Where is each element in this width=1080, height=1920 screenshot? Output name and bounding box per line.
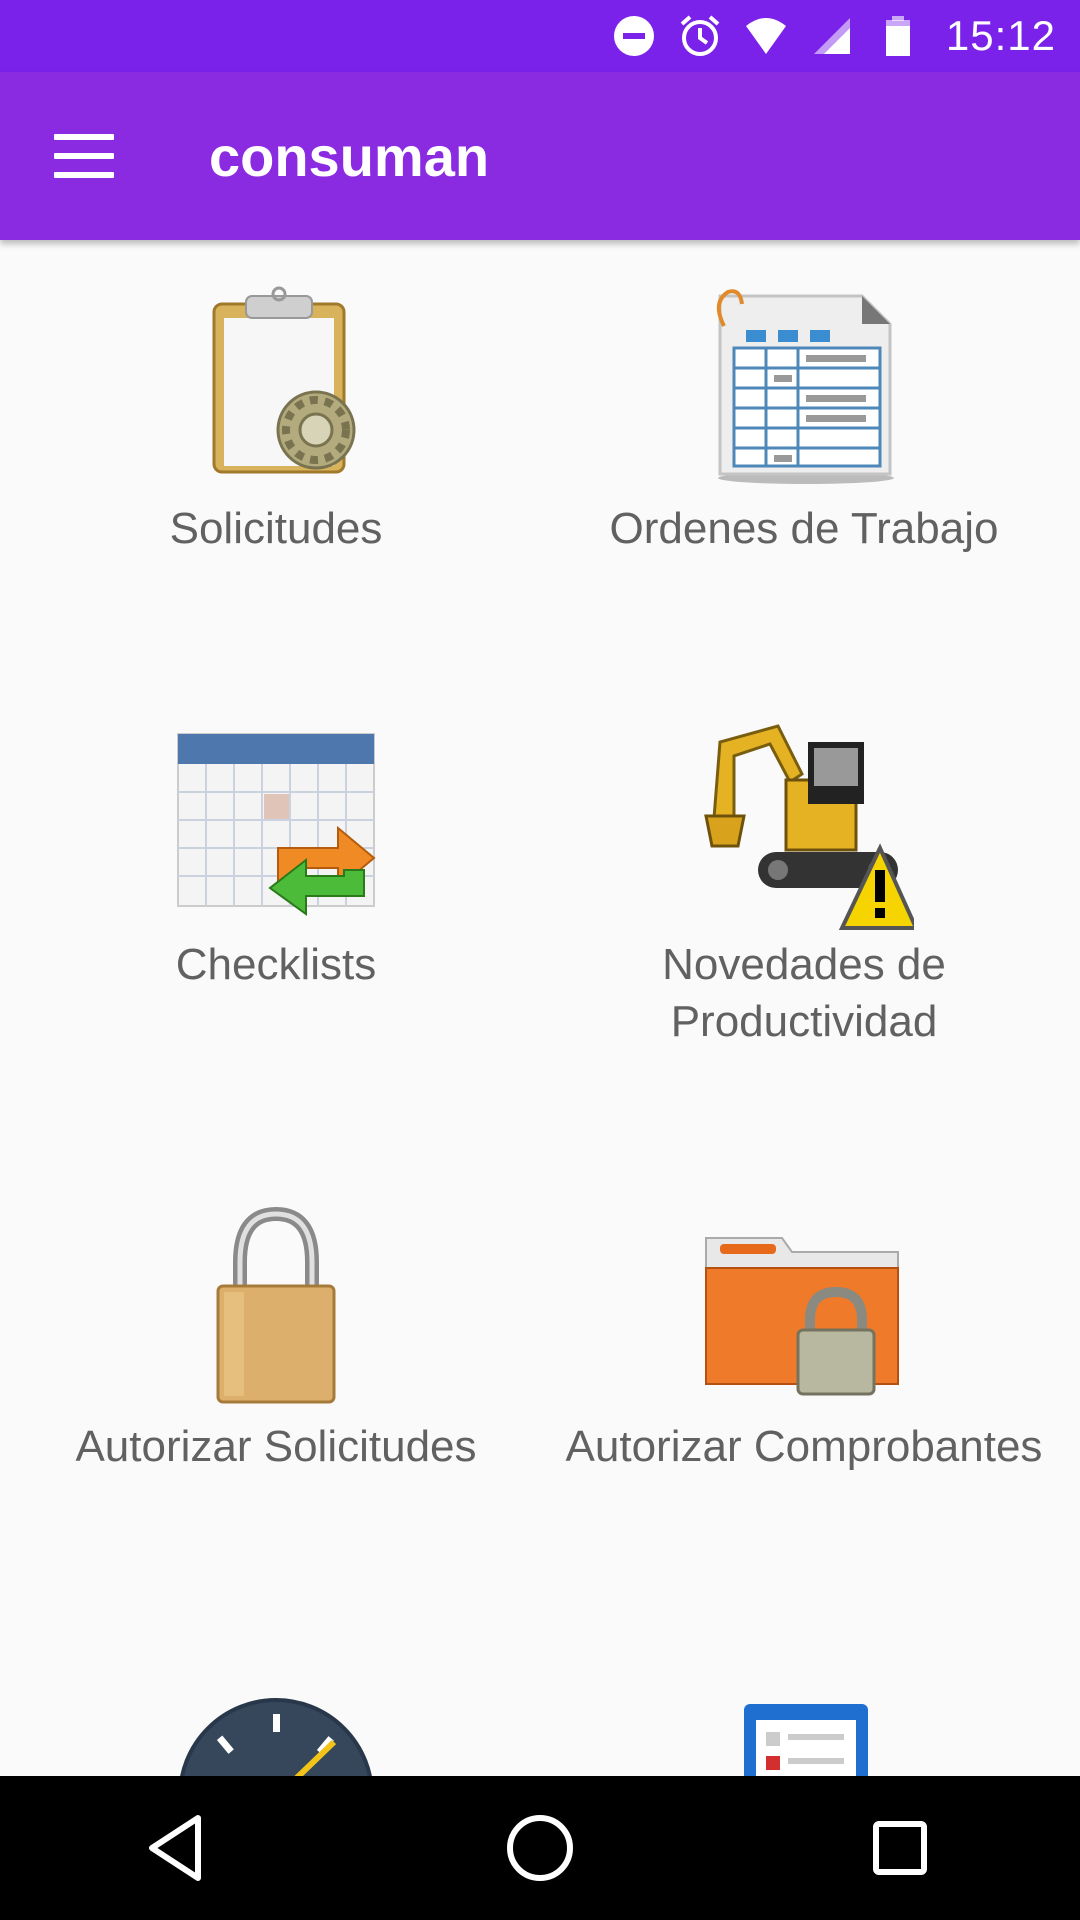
wifi-icon (744, 14, 788, 58)
tile-speedometer[interactable] (16, 1686, 536, 1776)
alarm-icon (678, 14, 722, 58)
recents-icon[interactable] (855, 1803, 945, 1893)
tile-label: Solicitudes (169, 504, 383, 553)
battery-icon (876, 14, 920, 58)
back-icon[interactable] (135, 1803, 225, 1893)
padlock-icon (216, 1206, 336, 1404)
app-title: consuman (209, 124, 490, 188)
menu-grid: Solicitudes Ordenes de Trabajo Checklist… (0, 240, 1080, 1776)
tile-checklists[interactable]: Checklists (16, 720, 536, 993)
tile-autorizar-solicitudes[interactable]: Autorizar Solicitudes (16, 1202, 536, 1475)
tile-label: Autorizar Comprobantes (565, 1422, 1043, 1471)
clock: 15:12 (945, 12, 1056, 59)
clipboard-gear-icon (212, 286, 356, 474)
status-bar: 15:12 (0, 0, 1080, 72)
tile-clipboard-list[interactable] (544, 1686, 1064, 1776)
excavator-warning-icon (704, 724, 914, 930)
tile-autorizar-comprobantes[interactable]: Autorizar Comprobantes (544, 1202, 1064, 1475)
signal-icon (810, 14, 854, 58)
tile-solicitudes[interactable]: Solicitudes (16, 284, 536, 557)
spreadsheet-document-icon (716, 289, 894, 484)
locked-folder-icon (705, 1237, 899, 1396)
app-bar: consuman (0, 72, 1080, 240)
menu-icon[interactable] (54, 134, 114, 178)
tile-novedades-de-productividad[interactable]: Novedades de Productividad (544, 720, 1064, 1050)
tile-label: Novedades de Productividad (662, 940, 946, 1046)
navigation-bar (0, 1776, 1080, 1920)
tile-ordenes-de-trabajo[interactable]: Ordenes de Trabajo (544, 284, 1064, 557)
calendar-sync-icon (177, 733, 376, 916)
tile-label: Autorizar Solicitudes (75, 1422, 477, 1471)
speedometer-icon (180, 1698, 372, 1776)
clipboard-list-icon (744, 1704, 868, 1776)
tile-label: Checklists (175, 940, 377, 989)
do-not-disturb-icon (612, 14, 656, 58)
tile-label: Ordenes de Trabajo (609, 504, 999, 553)
home-icon[interactable] (495, 1803, 585, 1893)
